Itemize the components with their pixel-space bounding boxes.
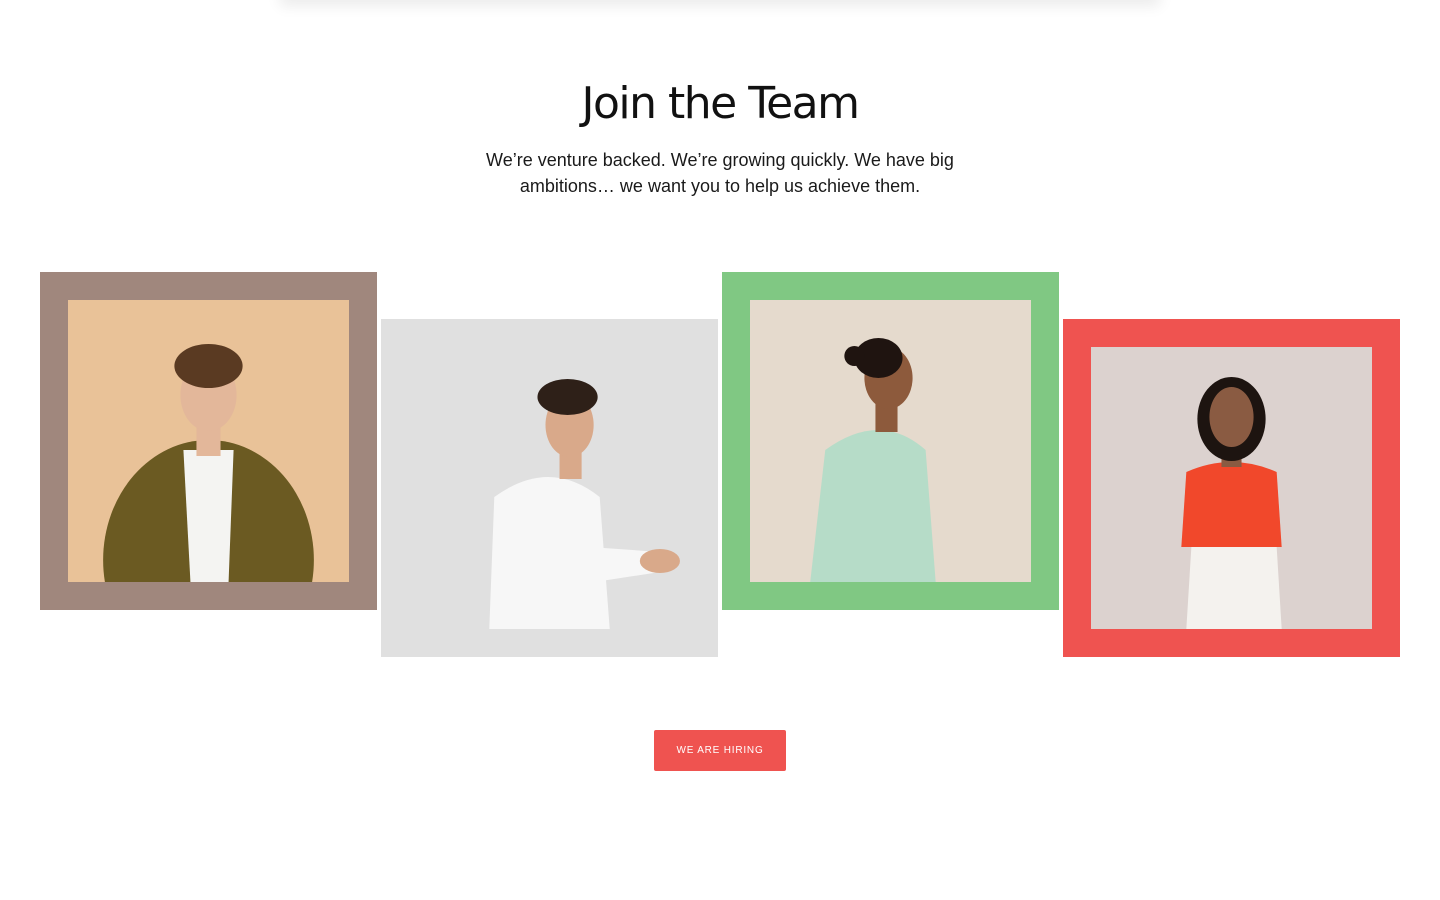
team-photo xyxy=(68,300,349,582)
team-card xyxy=(1063,319,1400,657)
woman-portrait-image xyxy=(1091,347,1372,629)
hiring-button[interactable]: WE ARE HIRING xyxy=(654,730,786,771)
team-photo xyxy=(409,347,690,629)
woman-portrait-image xyxy=(750,300,1031,582)
team-photo xyxy=(750,300,1031,582)
page-subtitle: We’re venture backed. We’re growing quic… xyxy=(486,150,954,196)
team-card xyxy=(381,319,718,657)
team-card xyxy=(722,272,1059,610)
page-title: Join the Team xyxy=(581,78,860,129)
man-portrait-image xyxy=(409,347,690,629)
team-photo xyxy=(1091,347,1372,629)
man-portrait-image xyxy=(68,300,349,582)
team-card xyxy=(40,272,377,610)
